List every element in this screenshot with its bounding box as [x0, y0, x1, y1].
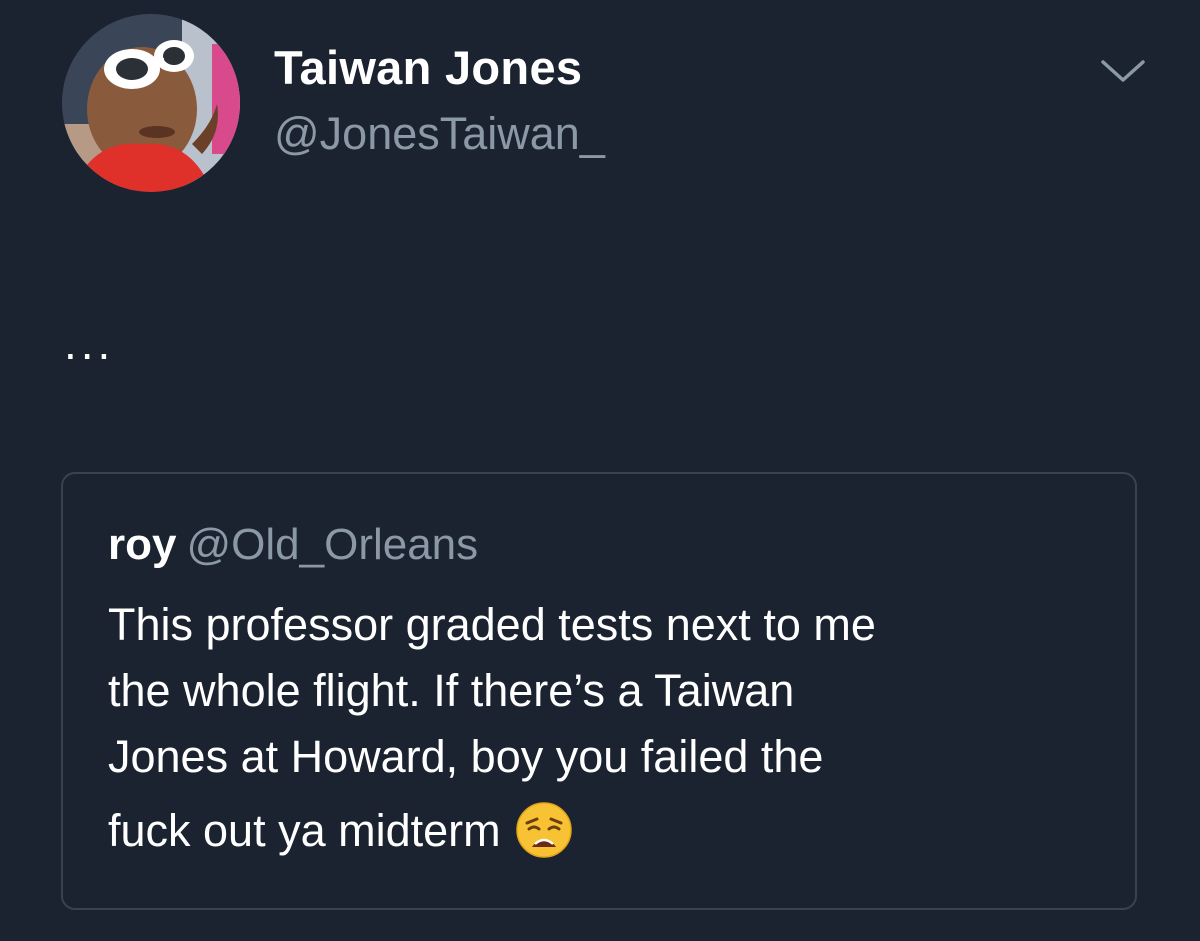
author-handle[interactable]: @JonesTaiwan_	[274, 108, 605, 160]
quoted-tweet-text: This professor graded tests next to me t…	[108, 592, 1118, 864]
quoted-tweet-line: Jones at Howard, boy you failed the	[108, 731, 824, 782]
weary-face-emoji-icon	[515, 801, 573, 859]
avatar-image	[62, 14, 240, 192]
tweet-text: ...	[64, 317, 115, 369]
quoted-tweet-line: This professor graded tests next to me	[108, 599, 876, 650]
quoted-author-handle: @Old_Orleans	[186, 520, 479, 569]
quoted-tweet-card[interactable]: roy @Old_Orleans This professor graded te…	[61, 472, 1137, 910]
quoted-tweet-line: fuck out ya midterm	[108, 805, 501, 856]
avatar[interactable]	[62, 14, 240, 192]
quoted-tweet-line: the whole flight. If there’s a Taiwan	[108, 665, 795, 716]
chevron-down-icon[interactable]	[1100, 56, 1146, 86]
quoted-tweet-line-last: fuck out ya midterm	[108, 798, 1118, 864]
author-display-name[interactable]: Taiwan Jones	[274, 40, 582, 95]
quoted-author-display-name: roy	[108, 520, 177, 569]
quoted-tweet-header: roy @Old_Orleans	[108, 520, 478, 570]
